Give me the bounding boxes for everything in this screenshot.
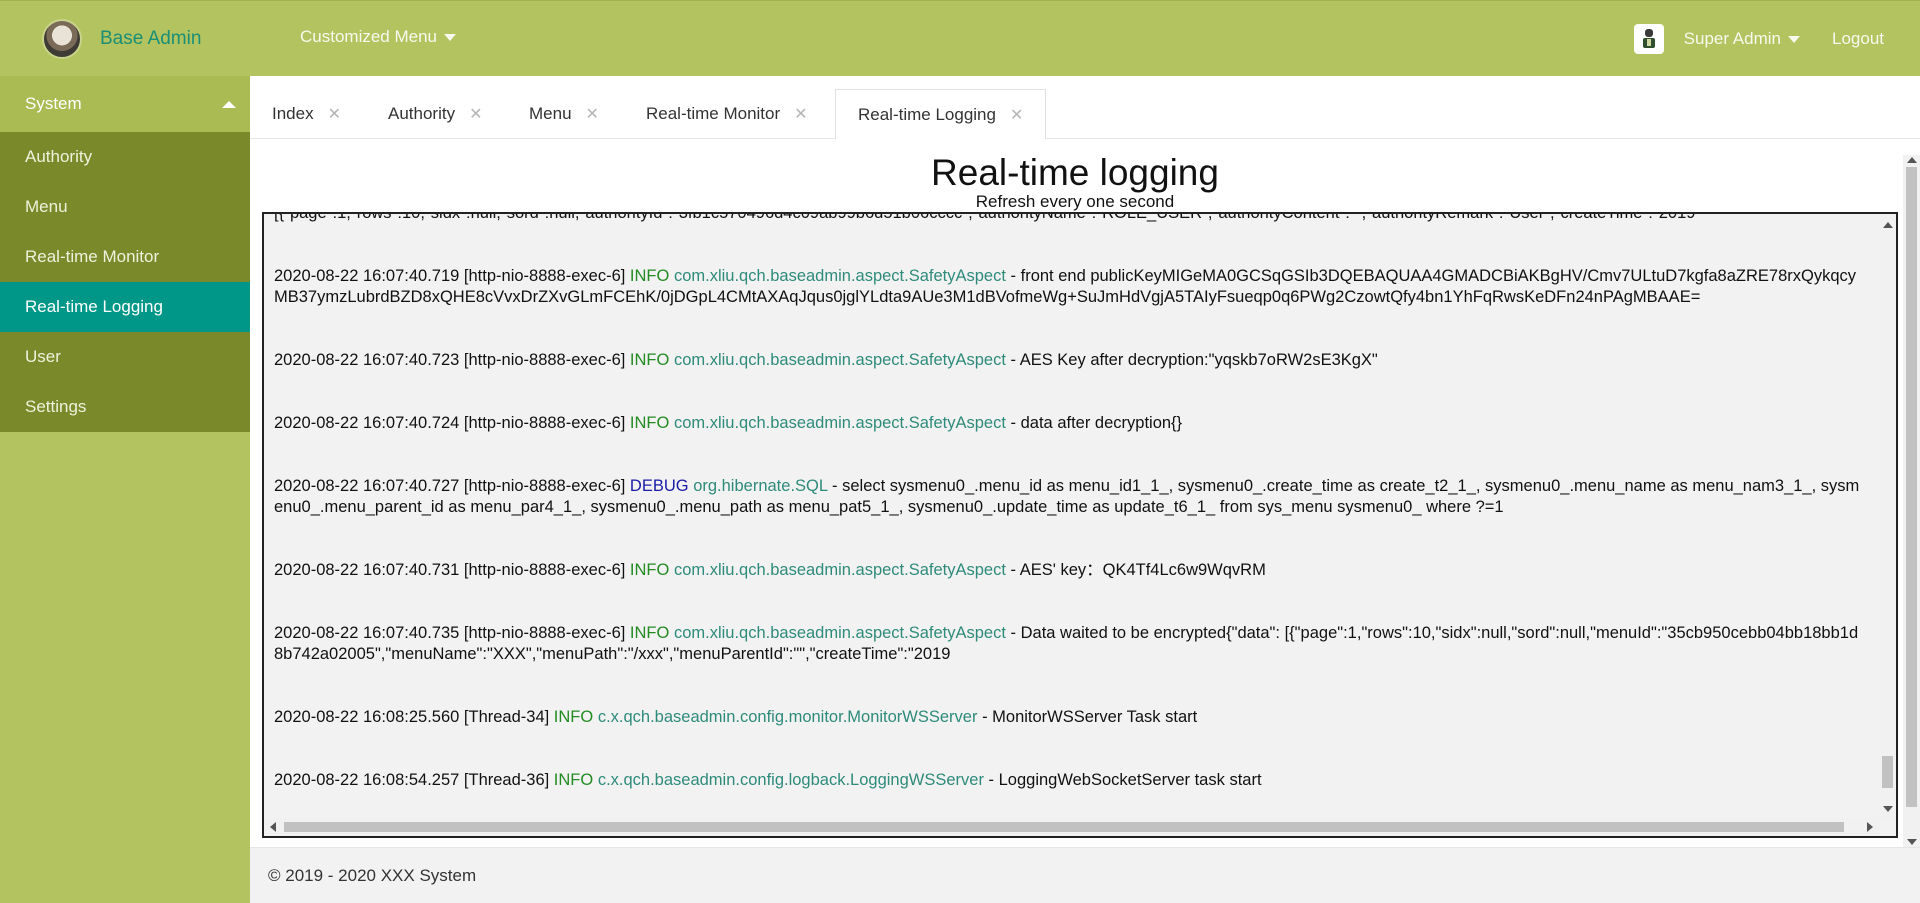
- log-level: INFO: [629, 561, 670, 579]
- scroll-thumb[interactable]: [1882, 756, 1893, 788]
- log-line: 2020-08-22 16:07:40.723 [http-nio-8888-e…: [274, 351, 1378, 369]
- logo-avatar-icon: [42, 19, 82, 59]
- top-header: Base Admin Customized Menu Super Admin L…: [0, 0, 1920, 76]
- scroll-up-icon[interactable]: [1883, 222, 1893, 228]
- user-menu-dropdown[interactable]: Super Admin: [1684, 29, 1800, 49]
- close-icon[interactable]: ✕: [794, 104, 807, 124]
- scroll-right-icon[interactable]: [1867, 822, 1873, 832]
- sidebar-item-label: Real-time Monitor: [25, 247, 160, 266]
- log-line: 2020-08-22 16:07:40.724 [http-nio-8888-e…: [274, 414, 1183, 432]
- tab-label: Authority: [388, 104, 456, 123]
- main-content: Real-time logging Refresh every one seco…: [250, 139, 1920, 847]
- close-icon[interactable]: ✕: [1010, 105, 1023, 125]
- log-message: - MonitorWSServer Task start: [977, 708, 1198, 726]
- sidebar: System Authority Menu Real-time Monitor …: [0, 76, 250, 903]
- scroll-up-icon[interactable]: [1907, 157, 1917, 163]
- close-icon[interactable]: ✕: [586, 104, 599, 124]
- sidebar-section-system[interactable]: System: [0, 76, 250, 132]
- footer: © 2019 - 2020 XXX System: [250, 847, 1920, 903]
- sidebar-item-label: Authority: [25, 147, 93, 166]
- page-title: Real-time logging: [931, 152, 1219, 193]
- customized-menu-label: Customized Menu: [300, 27, 438, 46]
- log-level: INFO: [629, 414, 670, 432]
- copyright-text: © 2019 - 2020 XXX System: [268, 865, 477, 885]
- log-logger: com.xliu.qch.baseadmin.aspect.SafetyAspe…: [673, 267, 1006, 285]
- tab-authority[interactable]: Authority ✕: [366, 89, 483, 139]
- close-icon[interactable]: ✕: [328, 104, 341, 124]
- sidebar-item-label: User: [25, 347, 61, 366]
- sidebar-item-label: Real-time Logging: [25, 297, 163, 316]
- log-level: DEBUG: [629, 477, 689, 495]
- log-message: - AES' key：QK4Tf4Lc6w9WqvRM: [1005, 561, 1266, 579]
- sidebar-list: Authority Menu Real-time Monitor Real-ti…: [0, 132, 250, 432]
- scroll-left-icon[interactable]: [270, 822, 276, 832]
- sidebar-item-user[interactable]: User: [0, 332, 250, 382]
- tab-realtime-monitor[interactable]: Real-time Monitor ✕: [624, 89, 808, 139]
- log-console[interactable]: [{"page":1,"rows":10,"sidx":null,"sord":…: [262, 212, 1898, 838]
- caret-down-icon: [1788, 35, 1800, 43]
- brand-title: Base Admin: [100, 28, 202, 49]
- sidebar-item-label: Menu: [25, 197, 68, 216]
- tab-index[interactable]: Index ✕: [250, 89, 341, 139]
- user-area: Super Admin Logout: [1633, 1, 1920, 77]
- caret-up-icon: [222, 101, 236, 108]
- close-icon[interactable]: ✕: [469, 104, 482, 124]
- scroll-thumb[interactable]: [1906, 167, 1917, 807]
- scroll-thumb[interactable]: [284, 822, 1844, 832]
- sidebar-item-settings[interactable]: Settings: [0, 382, 250, 432]
- sidebar-item-realtime-monitor[interactable]: Real-time Monitor: [0, 232, 250, 282]
- log-logger: com.xliu.qch.baseadmin.aspect.SafetyAspe…: [673, 414, 1006, 432]
- sidebar-item-label: Settings: [25, 397, 87, 416]
- log-message: - AES Key after decryption:"yqskb7oRW2sE…: [1005, 351, 1378, 369]
- page-subtitle: Refresh every one second: [975, 192, 1175, 211]
- log-logger: com.xliu.qch.baseadmin.aspect.SafetyAspe…: [673, 624, 1006, 642]
- tab-realtime-logging[interactable]: Real-time Logging ✕: [835, 89, 1046, 140]
- log-message: - data after decryption{}: [1005, 414, 1183, 432]
- log-logger: c.x.qch.baseadmin.config.logback.Logging…: [597, 771, 984, 789]
- log-line: 2020-08-22 16:07:40.731 [http-nio-8888-e…: [274, 561, 1266, 579]
- sidebar-item-realtime-logging[interactable]: Real-time Logging: [0, 282, 250, 332]
- log-level: INFO: [629, 267, 670, 285]
- sidebar-section-label: System: [25, 94, 82, 113]
- caret-down-icon: [444, 33, 457, 41]
- log-line: 2020-08-22 16:07:40.719 [http-nio-8888-e…: [274, 267, 1857, 306]
- sidebar-item-menu[interactable]: Menu: [0, 182, 250, 232]
- tab-menu[interactable]: Menu ✕: [507, 89, 599, 139]
- tab-label: Index: [272, 104, 314, 123]
- log-line: 2020-08-22 16:07:40.735 [http-nio-8888-e…: [274, 624, 1859, 663]
- scroll-down-icon[interactable]: [1907, 839, 1917, 845]
- tab-label: Real-time Logging: [858, 104, 996, 124]
- user-avatar-icon[interactable]: [1633, 24, 1664, 54]
- log-line: 2020-08-22 16:08:54.257 [Thread-36] INFO…: [274, 771, 1262, 789]
- sidebar-item-authority[interactable]: Authority: [0, 132, 250, 182]
- scroll-down-icon[interactable]: [1883, 806, 1893, 812]
- log-line: 2020-08-22 16:07:40.727 [http-nio-8888-e…: [274, 477, 1860, 516]
- log-logger: com.xliu.qch.baseadmin.aspect.SafetyAspe…: [673, 351, 1006, 369]
- log-content: [{"page":1,"rows":10,"sidx":null,"sord":…: [274, 214, 1864, 814]
- log-vertical-scrollbar[interactable]: [1879, 214, 1896, 820]
- logout-link[interactable]: Logout: [1832, 29, 1884, 49]
- tab-bar: Index ✕ Authority ✕ Menu ✕ Real-time Monito…: [250, 76, 1920, 140]
- log-line-partial: [{"page":1,"rows":10,"sidx":null,"sord":…: [274, 214, 1695, 224]
- log-logger: c.x.qch.baseadmin.config.monitor.Monitor…: [597, 708, 978, 726]
- log-message: - LoggingWebSocketServer task start: [983, 771, 1262, 789]
- log-logger: com.xliu.qch.baseadmin.aspect.SafetyAspe…: [673, 561, 1006, 579]
- log-level: INFO: [553, 708, 594, 726]
- user-name-label: Super Admin: [1683, 29, 1781, 48]
- log-level: INFO: [629, 351, 670, 369]
- customized-menu-dropdown[interactable]: Customized Menu: [300, 27, 457, 47]
- log-line: 2020-08-22 16:08:25.560 [Thread-34] INFO…: [274, 708, 1198, 726]
- tab-label: Menu: [529, 104, 572, 123]
- page-vertical-scrollbar[interactable]: [1903, 155, 1920, 847]
- log-level: INFO: [629, 624, 670, 642]
- log-horizontal-scrollbar[interactable]: [264, 818, 1879, 836]
- log-level: INFO: [553, 771, 594, 789]
- brand[interactable]: Base Admin: [42, 19, 201, 59]
- log-logger: org.hibernate.SQL: [693, 477, 828, 495]
- tab-label: Real-time Monitor: [646, 104, 781, 123]
